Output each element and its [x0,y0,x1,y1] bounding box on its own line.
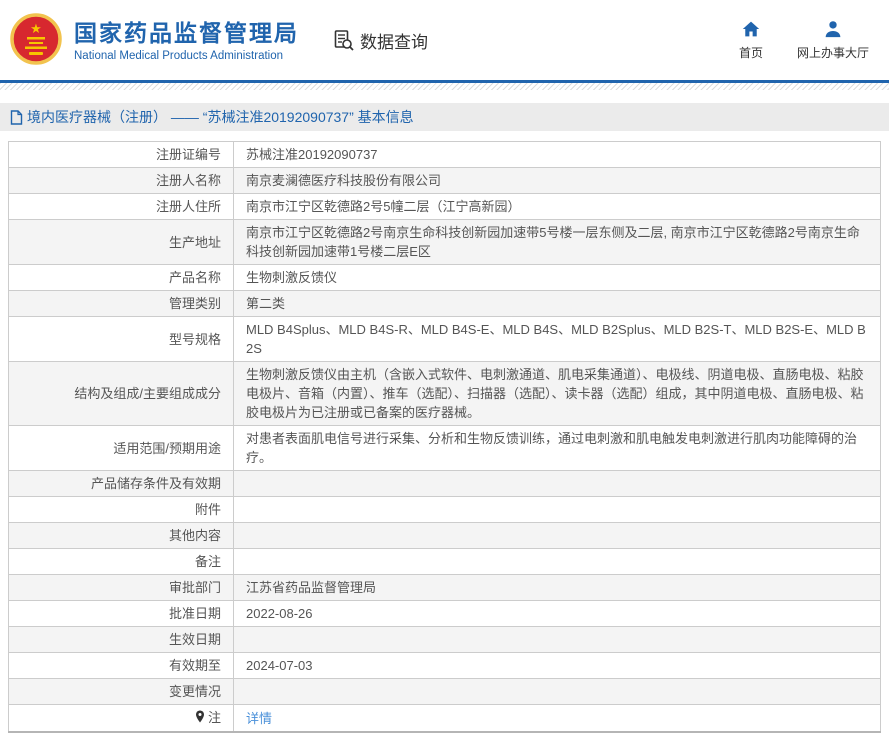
row-label: 备注 [9,549,234,575]
table-row: 管理类别第二类 [9,291,881,317]
header-nav: 首页 网上办事大厅 [739,20,869,61]
row-value: 生物刺激反馈仪由主机（含嵌入式软件、电刺激通道、肌电采集通道）、电极线、阴道电极… [234,362,881,426]
table-row: 其他内容 [9,523,881,549]
nav-home[interactable]: 首页 [739,20,763,61]
row-value [234,627,881,653]
row-value: 南京市江宁区乾德路2号南京生命科技创新园加速带5号楼一层东侧及二层, 南京市江宁… [234,220,881,265]
national-emblem-logo: ★ [8,12,64,68]
table-row: 注册证编号苏械注准20192090737 [9,142,881,168]
org-name-cn: 国家药品监督管理局 [74,19,299,47]
row-value: 生物刺激反馈仪 [234,265,881,291]
table-row: 产品储存条件及有效期 [9,471,881,497]
row-value: 苏械注准20192090737 [234,142,881,168]
pin-icon [194,709,206,728]
decorative-hatch-band [0,83,889,90]
info-table-body: 注册证编号苏械注准20192090737注册人名称南京麦澜德医疗科技股份有限公司… [9,142,881,733]
row-label: 注册人住所 [9,194,234,220]
row-label: 产品名称 [9,265,234,291]
row-value [234,523,881,549]
table-row: 结构及组成/主要组成成分生物刺激反馈仪由主机（含嵌入式软件、电刺激通道、肌电采集… [9,362,881,426]
org-title-block: 国家药品监督管理局 National Medical Products Admi… [74,19,299,62]
table-row: 有效期至2024-07-03 [9,653,881,679]
row-label: 其他内容 [9,523,234,549]
data-query-icon [331,28,355,52]
row-value: 2024-07-03 [234,653,881,679]
row-label: 管理类别 [9,291,234,317]
details-link[interactable]: 详情 [246,711,272,726]
table-row: 注册人名称南京麦澜德医疗科技股份有限公司 [9,168,881,194]
table-row: 生产地址南京市江宁区乾德路2号南京生命科技创新园加速带5号楼一层东侧及二层, 南… [9,220,881,265]
table-row: 适用范围/预期用途对患者表面肌电信号进行采集、分析和生物反馈训练，通过电刺激和肌… [9,426,881,471]
table-row: 产品名称生物刺激反馈仪 [9,265,881,291]
row-label: 生效日期 [9,627,234,653]
table-row: 审批部门江苏省药品监督管理局 [9,575,881,601]
row-label: 产品储存条件及有效期 [9,471,234,497]
breadcrumb: 境内医疗器械（注册） —— “苏械注准20192090737” 基本信息 [0,103,889,131]
row-value [234,679,881,705]
svg-text:★: ★ [30,21,42,36]
row-value: 2022-08-26 [234,601,881,627]
table-row: 生效日期 [9,627,881,653]
site-header: ★ 国家药品监督管理局 National Medical Products Ad… [0,0,889,80]
table-row: 变更情况 [9,679,881,705]
table-row: 批准日期2022-08-26 [9,601,881,627]
nav-online-hall-label: 网上办事大厅 [797,44,869,61]
row-label: 结构及组成/主要组成成分 [9,362,234,426]
user-icon [823,20,843,41]
row-value [234,497,881,523]
row-label: 变更情况 [9,679,234,705]
row-value: 对患者表面肌电信号进行采集、分析和生物反馈训练，通过电刺激和肌电触发电刺激进行肌… [234,426,881,471]
table-row: 备注 [9,549,881,575]
row-label: 注册证编号 [9,142,234,168]
row-label: 型号规格 [9,317,234,362]
breadcrumb-text: 境内医疗器械（注册） —— “苏械注准20192090737” 基本信息 [27,107,414,127]
data-query-label: 数据查询 [360,28,428,53]
document-icon [10,110,23,125]
table-row: 注详情 [9,705,881,733]
row-label: 生产地址 [9,220,234,265]
row-label: 注 [9,705,234,733]
row-value: 详情 [234,705,881,733]
nav-home-label: 首页 [739,44,763,61]
table-row: 注册人住所南京市江宁区乾德路2号5幢二层（江宁高新园） [9,194,881,220]
row-value: 第二类 [234,291,881,317]
row-value: 南京市江宁区乾德路2号5幢二层（江宁高新园） [234,194,881,220]
nav-online-hall[interactable]: 网上办事大厅 [797,20,869,61]
home-icon [741,20,761,41]
row-label: 附件 [9,497,234,523]
org-name-en: National Medical Products Administration [74,50,299,62]
row-label: 注册人名称 [9,168,234,194]
registration-info-table: 注册证编号苏械注准20192090737注册人名称南京麦澜德医疗科技股份有限公司… [8,141,881,733]
row-value [234,471,881,497]
row-value: 江苏省药品监督管理局 [234,575,881,601]
row-label: 适用范围/预期用途 [9,426,234,471]
row-label: 有效期至 [9,653,234,679]
data-query-entry[interactable]: 数据查询 [331,28,428,53]
table-row: 型号规格MLD B4Splus、MLD B4S-R、MLD B4S-E、MLD … [9,317,881,362]
row-label: 审批部门 [9,575,234,601]
table-row: 附件 [9,497,881,523]
row-value [234,549,881,575]
row-value: MLD B4Splus、MLD B4S-R、MLD B4S-E、MLD B4S、… [234,317,881,362]
row-label: 批准日期 [9,601,234,627]
row-value: 南京麦澜德医疗科技股份有限公司 [234,168,881,194]
